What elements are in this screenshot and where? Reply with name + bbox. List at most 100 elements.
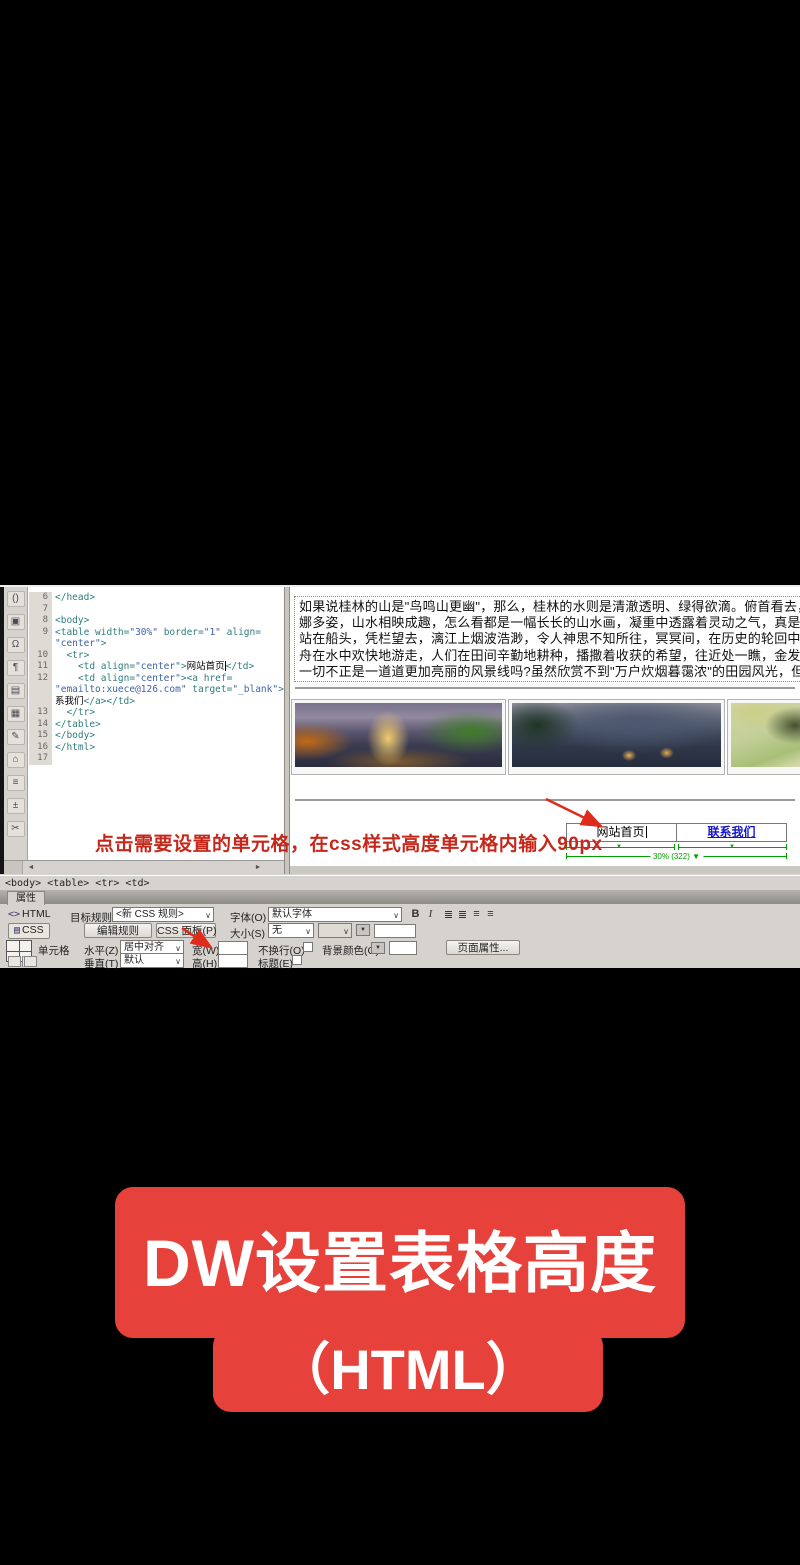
code-lines[interactable]: 6</head>78<body>9<table width="30%" bord… [29, 587, 284, 860]
window-left-edge [0, 587, 4, 874]
code-text: "emailto:xuece@126.com" target="_blank">… [52, 684, 284, 696]
scroll-left-icon[interactable]: ◄ [25, 862, 37, 873]
css-panel-button[interactable]: CSS 面板(P) [156, 923, 216, 938]
line-number: 14 [29, 719, 52, 731]
bg-color-input[interactable] [389, 941, 417, 955]
code-line[interactable]: "center"> [29, 638, 284, 650]
coding-toolbar: () ▣ Ω ¶ ▤ ▦ ✎ ⌂ ≡ ± ✂ [4, 587, 28, 860]
screenshot-root: () ▣ Ω ¶ ▤ ▦ ✎ ⌂ ≡ ± ✂ 6</head>78<body>9<table wid… [0, 0, 800, 1565]
nowrap-checkbox[interactable] [303, 942, 313, 952]
line-number: 15 [29, 730, 52, 742]
code-line[interactable]: 13 </tr> [29, 707, 284, 719]
code-line[interactable]: 系我们</a></td> [29, 696, 284, 708]
nav-home-text: 网站首页 [596, 825, 644, 839]
expand-all-icon[interactable]: ▤ [7, 683, 25, 699]
line-numbers-icon[interactable]: ⌂ [7, 752, 25, 768]
column-menu-icon[interactable]: ▼ [616, 844, 622, 850]
code-line[interactable]: 11 <td align="center">网站首页</td> [29, 661, 284, 673]
size-unit-select[interactable]: ∨ [318, 923, 352, 938]
html-mode-button[interactable]: <>HTML [8, 908, 51, 920]
collapse-full-tag-icon[interactable]: Ω [7, 637, 25, 653]
italic-button[interactable]: I [424, 908, 437, 920]
scroll-right-icon[interactable]: ► [252, 862, 264, 873]
paragraph-line: 站在船头，凭栏望去，漓江上烟波浩渺，令人神思不知所往，冥冥间，在历史的轮回中，我… [299, 631, 800, 647]
line-number: 12 [29, 673, 52, 685]
banner-title-line1: DW设置表格高度 [115, 1196, 685, 1331]
code-line[interactable]: 15</body> [29, 730, 284, 742]
text-color-input[interactable] [374, 924, 416, 938]
code-line[interactable]: 6</head> [29, 592, 284, 604]
bold-button[interactable]: B [409, 908, 422, 920]
css-mode-button[interactable]: ▤CSS [8, 923, 50, 939]
photo-cell [291, 699, 506, 775]
code-line[interactable]: 12 <td align="center"><a href= [29, 673, 284, 685]
outdent-icon[interactable]: ≡ [470, 908, 483, 920]
text-cursor [646, 826, 647, 838]
page-properties-button[interactable]: 页面属性... [446, 940, 520, 955]
cell-height-input[interactable] [218, 954, 248, 968]
chevron-down-icon: ∨ [305, 925, 311, 938]
code-line[interactable]: 7 [29, 604, 284, 616]
design-paragraph[interactable]: 如果说桂林的山是"鸟鸣山更幽"，那么，桂林的水则是清澈透明、绿得欲滴。俯首看去，… [294, 596, 800, 682]
header-checkbox[interactable] [292, 955, 302, 965]
design-scroll-strip[interactable] [290, 866, 800, 874]
size-select[interactable]: 无∨ [268, 923, 314, 938]
tab-properties[interactable]: 属性 [7, 891, 45, 905]
code-line[interactable]: 8<body> [29, 615, 284, 627]
edit-rule-button[interactable]: 编辑规则 [84, 923, 152, 938]
header-label: 标题(E) [258, 956, 293, 971]
code-text: </tr> [52, 707, 95, 719]
show-code-navigator-icon[interactable]: ▣ [7, 614, 25, 630]
panel-header-bar [0, 890, 800, 904]
cell-width-input[interactable] [218, 941, 248, 955]
target-rule-select[interactable]: <新 CSS 规则>∨ [112, 907, 214, 922]
code-horizontal-scrollbar[interactable]: ◄ ► [0, 860, 284, 875]
contact-link[interactable]: 联系我们 [707, 825, 755, 839]
collapse-selection-icon[interactable]: ¶ [7, 660, 25, 676]
annotation-tip-text: 点击需要设置的单元格，在css样式高度单元格内输入90px [95, 829, 603, 856]
balance-braces-icon[interactable]: ✎ [7, 729, 25, 745]
bg-color-well[interactable]: ▼ [371, 942, 385, 954]
code-line[interactable]: 10 <tr> [29, 650, 284, 662]
vertical-align-select[interactable]: 默认∨ [120, 953, 184, 968]
line-number: 6 [29, 592, 52, 604]
code-text: </head> [52, 592, 95, 604]
tag-selector[interactable]: <body> <table> <tr> <td> [0, 875, 800, 890]
code-line[interactable]: "emailto:xuece@126.com" target="_blank">… [29, 684, 284, 696]
chevron-down-icon: ∨ [343, 925, 349, 938]
line-number [29, 638, 52, 650]
line-number: 8 [29, 615, 52, 627]
code-line[interactable]: 9<table width="30%" border="1" align= [29, 627, 284, 639]
code-text: </table> [52, 719, 101, 731]
line-number: 7 [29, 604, 52, 616]
split-cell-icon[interactable] [22, 956, 37, 967]
word-wrap-icon[interactable]: ± [7, 798, 25, 814]
nav-cell-contact[interactable]: 联系我们 [677, 824, 786, 841]
horizontal-rule [295, 799, 795, 801]
table-width-label[interactable]: 30% (322) ▼ [650, 852, 703, 862]
code-text [52, 604, 55, 616]
highlight-invalid-code-icon[interactable]: ≡ [7, 775, 25, 791]
open-documents-icon[interactable]: () [7, 591, 25, 607]
code-line[interactable]: 16</html> [29, 742, 284, 754]
code-snippet-icon[interactable]: ✂ [7, 821, 25, 837]
code-text: <body> [52, 615, 89, 627]
paragraph-line: 一切不正是一道道更加亮丽的风景线吗?虽然欣赏不到"万户炊烟暮霭浓"的田园风光，但… [299, 664, 800, 680]
size-label: 大小(S) [230, 926, 265, 941]
text-color-well[interactable]: ▼ [356, 924, 370, 936]
ordered-list-icon[interactable]: ≣ [456, 908, 469, 921]
code-view-pane[interactable]: () ▣ Ω ¶ ▤ ▦ ✎ ⌂ ≡ ± ✂ 6</head>78<body>9<table wid… [0, 587, 284, 860]
paragraph-line: 如果说桂林的山是"鸟鸣山更幽"，那么，桂林的水则是清澈透明、绿得欲滴。俯首看去，… [299, 599, 800, 615]
indent-icon[interactable]: ≡ [484, 908, 497, 920]
code-text: <tr> [52, 650, 89, 662]
font-select[interactable]: 默认字体∨ [268, 907, 402, 922]
unordered-list-icon[interactable]: ≣ [442, 908, 455, 921]
merge-cells-icon[interactable] [8, 956, 21, 967]
code-line[interactable]: 17 [29, 753, 284, 765]
column-menu-icon[interactable]: ▼ [729, 844, 735, 850]
paragraph-line: 舟在水中欢快地游走，人们在田间辛勤地耕种，播撒着收获的希望，往近处一瞧，金发碧眼… [299, 648, 800, 664]
line-number: 9 [29, 627, 52, 639]
select-parent-tag-icon[interactable]: ▦ [7, 706, 25, 722]
code-line[interactable]: 14</table> [29, 719, 284, 731]
code-text: <table width="30%" border="1" align= [52, 627, 261, 639]
